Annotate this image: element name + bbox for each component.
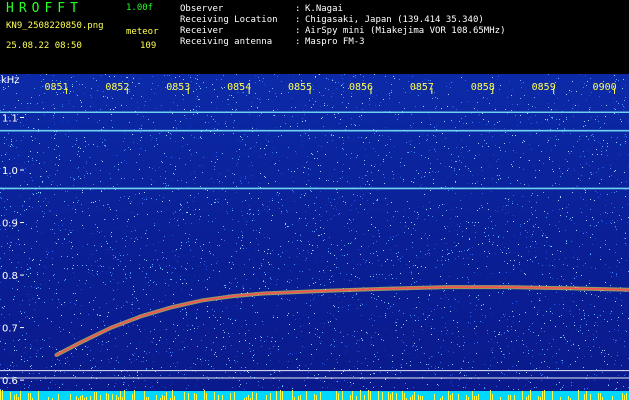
frequency-tick-label: 1.0 xyxy=(2,166,18,177)
separator: : xyxy=(295,37,301,47)
separator: : xyxy=(295,26,301,36)
receiver-row: Receiver: AirSpy mini (Miakejima VOR 108.… xyxy=(180,26,505,37)
receiver-label: Receiver xyxy=(180,26,224,36)
time-tick-label: 0851 xyxy=(44,82,68,93)
time-tick-label: 0858 xyxy=(471,82,495,93)
separator: : xyxy=(295,4,301,14)
time-tick-label: 0856 xyxy=(349,82,373,93)
time-tick-label: 0857 xyxy=(410,82,434,93)
frequency-tick-label: 1.1 xyxy=(2,114,18,125)
location-row: Receiving Location: Chigasaki, Japan (139… xyxy=(180,15,505,26)
observer-row: Observer: K.Nagai xyxy=(180,4,505,15)
location-value: Chigasaki, Japan (139.414 35.340) xyxy=(305,15,484,25)
version-label: 1.00f xyxy=(126,3,154,13)
observer-label: Observer xyxy=(180,4,224,14)
time-tick-label: 0859 xyxy=(532,82,556,93)
antenna-row: Receiving antenna: Maspro FM-3 xyxy=(180,37,505,48)
time-tick-label: 0852 xyxy=(105,82,129,93)
time-tick-label: 0900 xyxy=(593,82,617,93)
time-tick-label: 0854 xyxy=(227,82,251,93)
spectrogram-svg: 0851 0852 0853 0854 0855 0856 0857 0858 0859 0900… xyxy=(0,74,629,400)
app-title: HROFFT xyxy=(6,1,83,16)
bottom-band xyxy=(0,390,629,400)
file-name: KN9_2508220850.png xyxy=(6,21,104,31)
spectrogram-panel: 0851 0852 0853 0854 0855 0856 0857 0858 0859 0900… xyxy=(0,74,629,400)
frequency-tick-label: 0.8 xyxy=(2,271,18,282)
meteor-count-value: 109 xyxy=(140,41,157,51)
capture-datetime: 25.08.22 08:50 xyxy=(6,41,82,51)
location-label: Receiving Location xyxy=(180,15,278,25)
observation-info: Observer: K.Nagai Receiving Location: Chig… xyxy=(180,4,505,48)
frequency-unit-label: kHz xyxy=(1,75,20,86)
antenna-label: Receiving antenna xyxy=(180,37,273,47)
separator: : xyxy=(295,15,301,25)
meteor-count-label: meteor xyxy=(126,27,159,37)
time-tick-label: 0855 xyxy=(288,82,312,93)
time-tick-label: 0853 xyxy=(166,82,190,93)
observer-value: K.Nagai xyxy=(305,4,343,14)
frequency-tick-label: 0.9 xyxy=(2,219,18,230)
header-panel: HROFFT 1.00f KN9_2508220850.png meteor 2… xyxy=(0,0,629,74)
frequency-tick-label: 0.6 xyxy=(2,376,18,387)
receiver-value: AirSpy mini (Miakejima VOR 108.65MHz) xyxy=(305,26,506,36)
antenna-value: Maspro FM-3 xyxy=(305,37,365,47)
frequency-tick-label: 0.7 xyxy=(2,324,18,335)
